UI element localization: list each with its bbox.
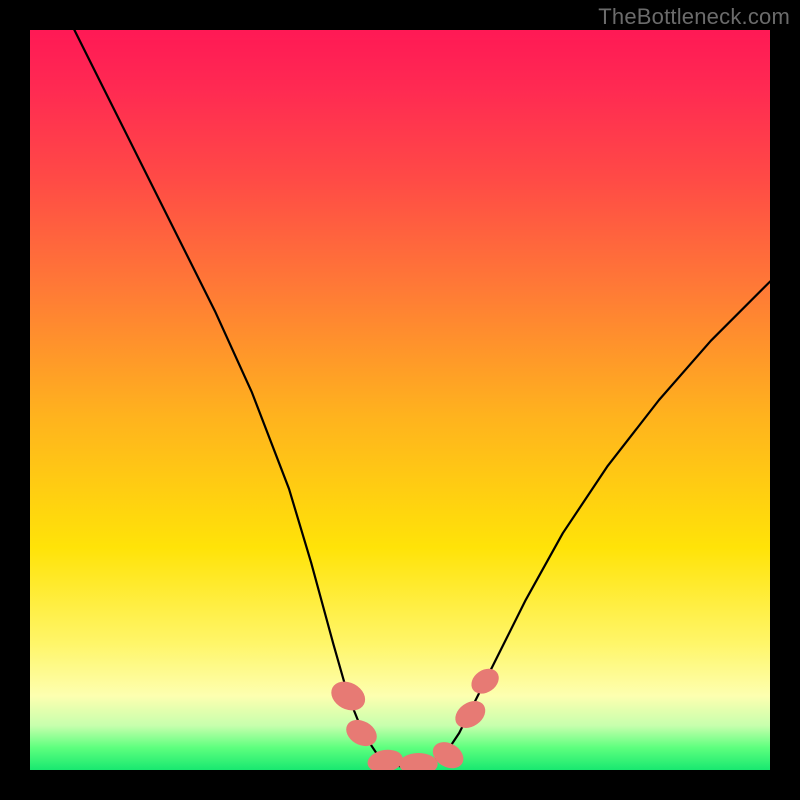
marker-ellipse — [450, 695, 490, 733]
curve-layer — [30, 30, 770, 770]
marker-ellipse — [341, 715, 381, 752]
marker-ellipse — [326, 676, 370, 716]
plot-area — [30, 30, 770, 770]
watermark-text: TheBottleneck.com — [598, 4, 790, 30]
curve-line — [74, 30, 770, 766]
marker-ellipse — [467, 664, 504, 699]
marker-ellipse — [399, 753, 437, 770]
chart-frame: TheBottleneck.com — [0, 0, 800, 800]
bottleneck-curve — [74, 30, 770, 766]
curve-markers — [326, 664, 503, 770]
marker-ellipse — [366, 747, 405, 770]
